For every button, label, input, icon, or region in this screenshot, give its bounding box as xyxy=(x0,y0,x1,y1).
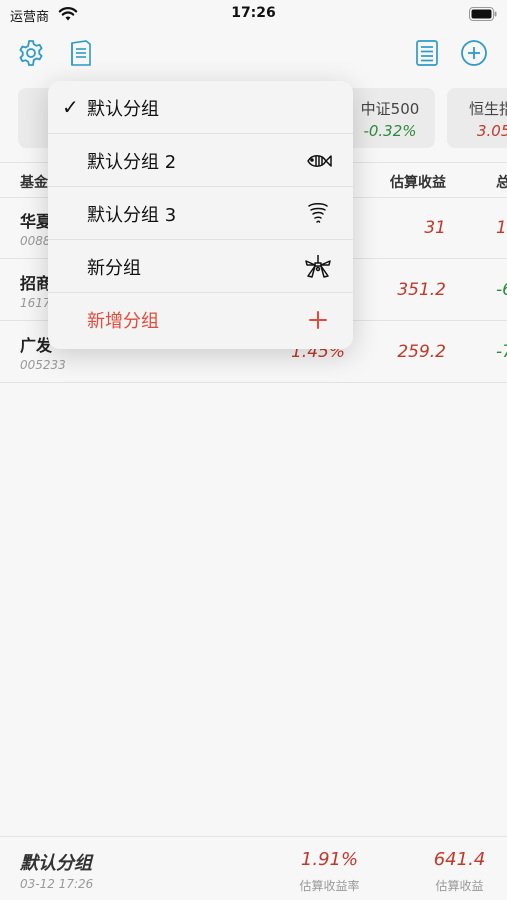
add-circle-icon[interactable] xyxy=(459,38,489,68)
fund-total: 16 xyxy=(496,218,507,238)
index-change: 3.05 xyxy=(477,122,507,140)
fund-profit: 259.2 xyxy=(397,342,446,362)
battery-icon xyxy=(469,7,497,21)
header-est-profit[interactable]: 估算收益 xyxy=(366,172,446,192)
fund-code: 005233 xyxy=(20,358,66,372)
fund-profit: 31 xyxy=(424,218,446,238)
menu-item-default-group[interactable]: ✓ 默认分组 xyxy=(48,81,353,134)
menu-item-label: 默认分组 3 xyxy=(87,205,177,226)
index-name: 中证500 xyxy=(360,100,420,118)
menu-item-new-group[interactable]: 新分组 xyxy=(48,240,353,293)
list-icon[interactable] xyxy=(412,38,442,68)
menu-item-add-group[interactable]: 新增分组 xyxy=(48,293,353,346)
document-icon[interactable] xyxy=(66,38,96,68)
index-card[interactable]: 中证500 -0.32% xyxy=(345,88,435,148)
index-change: -0.32% xyxy=(363,122,417,140)
menu-item-default-group-3[interactable]: 默认分组 3 xyxy=(48,187,353,240)
summary-footer: 默认分组 03-12 17:26 1.91% 估算收益率 641.4 估算收益 xyxy=(0,836,507,900)
index-name: 恒生指 xyxy=(469,100,507,118)
est-rate-value: 1.91% xyxy=(300,849,359,870)
est-rate-label: 估算收益率 xyxy=(299,879,360,893)
fund-total: -6 xyxy=(496,280,507,300)
plus-icon xyxy=(309,311,327,329)
header-fund-name[interactable]: 基金 xyxy=(20,172,48,192)
fund-total: -7 xyxy=(496,342,507,362)
tornado-icon xyxy=(308,203,328,223)
menu-item-label: 默认分组 xyxy=(87,99,159,120)
index-card[interactable]: 恒生指 3.05 xyxy=(447,88,507,148)
fan-icon xyxy=(305,255,331,278)
current-group-name[interactable]: 默认分组 xyxy=(20,849,92,875)
status-time: 17:26 xyxy=(231,5,276,21)
gear-icon[interactable] xyxy=(16,38,46,68)
update-time: 03-12 17:26 xyxy=(20,877,94,891)
status-bar: 运营商 17:26 xyxy=(0,0,507,30)
menu-item-label: 新增分组 xyxy=(87,311,159,332)
est-profit-value: 641.4 xyxy=(433,849,486,870)
menu-item-label: 默认分组 2 xyxy=(87,152,177,173)
fund-profit: 351.2 xyxy=(397,280,446,300)
checkmark-icon: ✓ xyxy=(62,95,79,119)
menu-item-default-group-2[interactable]: 默认分组 2 xyxy=(48,134,353,187)
fund-code: 0088 xyxy=(20,234,51,248)
group-dropdown-menu: ✓ 默认分组 默认分组 2 默认分组 3 新分组 新增分组 xyxy=(48,81,353,349)
menu-item-label: 新分组 xyxy=(87,258,141,279)
est-profit-label: 估算收益 xyxy=(435,879,484,893)
app-screen: 运营商 17:26 中证500 -0.32% 恒生指 3.0 基金 估算收益 总… xyxy=(0,0,507,900)
fish-icon xyxy=(307,155,332,167)
header-total[interactable]: 总 xyxy=(496,172,507,192)
